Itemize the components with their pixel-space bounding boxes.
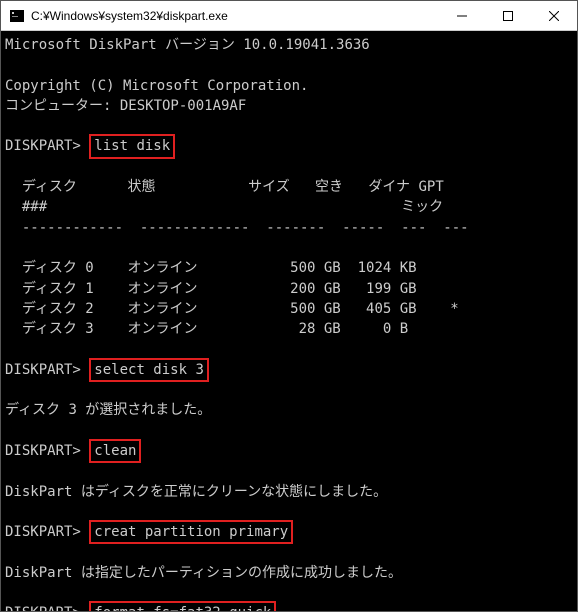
table-header-1: ディスク 状態 サイズ 空き ダイナ GPT xyxy=(5,177,444,197)
command-listdisk: list disk xyxy=(89,134,175,158)
prompt-line: DISKPART> select disk 3 xyxy=(5,360,573,380)
prompt: DISKPART> xyxy=(5,138,81,154)
version-line: Microsoft DiskPart バージョン 10.0.19041.3636 xyxy=(5,35,573,55)
command-clean: clean xyxy=(89,439,141,463)
table-row: ディスク 2 オンライン 500 GB 405 GB * xyxy=(5,299,573,319)
table-divider: ------------ ------------- ------- -----… xyxy=(5,218,573,238)
msg-partitioned: DiskPart は指定したパーティションの作成に成功しました。 xyxy=(5,563,573,583)
minimize-button[interactable] xyxy=(439,1,485,30)
app-icon xyxy=(9,8,25,24)
close-button[interactable] xyxy=(531,1,577,30)
maximize-button[interactable] xyxy=(485,1,531,30)
prompt: DISKPART> xyxy=(5,443,81,459)
computer-line: コンピューター: DESKTOP-001A9AF xyxy=(5,96,573,116)
prompt-line: DISKPART> list disk xyxy=(5,136,573,156)
window-title: C:¥Windows¥system32¥diskpart.exe xyxy=(31,9,439,23)
table-row: ディスク 1 オンライン 200 GB 199 GB xyxy=(5,279,573,299)
msg-selected: ディスク 3 が選択されました。 xyxy=(5,400,573,420)
prompt: DISKPART> xyxy=(5,605,81,611)
table-row: ディスク 3 オンライン 28 GB 0 B xyxy=(5,319,573,339)
prompt-line: DISKPART> clean xyxy=(5,441,573,461)
table-header-2: ### ミック xyxy=(5,197,443,217)
prompt: DISKPART> xyxy=(5,524,81,540)
table-row: ディスク 0 オンライン 500 GB 1024 KB xyxy=(5,258,573,278)
app-window: C:¥Windows¥system32¥diskpart.exe Microso… xyxy=(0,0,578,612)
terminal-output[interactable]: Microsoft DiskPart バージョン 10.0.19041.3636… xyxy=(1,31,577,611)
command-format: format fs=fat32 quick xyxy=(89,601,276,611)
copyright-line: Copyright (C) Microsoft Corporation. xyxy=(5,76,573,96)
msg-cleaned: DiskPart はディスクを正常にクリーンな状態にしました。 xyxy=(5,482,573,502)
command-selectdisk: select disk 3 xyxy=(89,358,209,382)
prompt: DISKPART> xyxy=(5,362,81,378)
prompt-line: DISKPART> format fs=fat32 quick xyxy=(5,603,573,611)
titlebar[interactable]: C:¥Windows¥system32¥diskpart.exe xyxy=(1,1,577,31)
window-controls xyxy=(439,1,577,30)
command-createpartition: creat partition primary xyxy=(89,520,293,544)
prompt-line: DISKPART> creat partition primary xyxy=(5,522,573,542)
